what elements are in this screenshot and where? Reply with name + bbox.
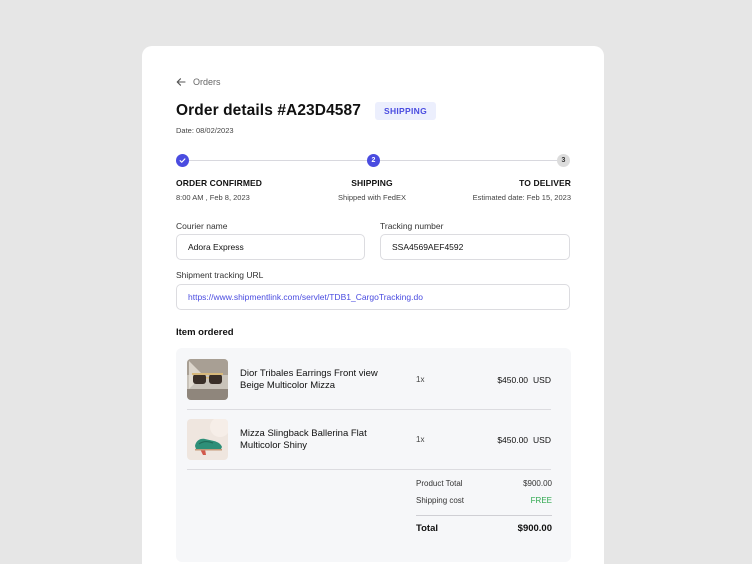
item-name: Mizza Slingback Ballerina Flat Multicolo… — [240, 427, 367, 451]
shipping-cost-row: Shipping cost FREE — [416, 496, 552, 505]
ordered-items-panel: Dior Tribales Earrings Front view Beige … — [176, 348, 571, 562]
total-value: $900.00 — [517, 523, 552, 534]
sunglasses-product-image — [187, 359, 228, 400]
step-2-subtitle: Shipped with FedEX — [338, 193, 406, 202]
tracking-number-field[interactable]: SSA4569AEF4592 — [380, 234, 570, 260]
order-item-row: Mizza Slingback Ballerina Flat Multicolo… — [187, 410, 551, 470]
step-3-title: TO DELIVER — [519, 178, 571, 188]
step-1-check-icon — [176, 154, 189, 167]
tracking-number-label: Tracking number — [380, 221, 444, 231]
tracking-url-label: Shipment tracking URL — [176, 270, 264, 280]
courier-name-field[interactable]: Adora Express — [176, 234, 365, 260]
item-price: $450.00 USD — [497, 375, 551, 385]
step-1-title: ORDER CONFIRMED — [176, 178, 263, 188]
item-name: Dior Tribales Earrings Front view Beige … — [240, 367, 378, 391]
step-3-indicator: 3 — [557, 154, 570, 167]
product-total-label: Product Total — [416, 479, 463, 488]
status-badge: SHIPPING — [374, 102, 436, 120]
item-price-amount: $450.00 — [497, 374, 529, 385]
courier-name-label: Courier name — [176, 221, 228, 231]
order-details-card: Orders Order details #A23D4587 SHIPPING … — [142, 46, 604, 564]
back-to-orders-link[interactable]: Orders — [176, 77, 221, 87]
product-total-value: $900.00 — [523, 479, 552, 488]
breadcrumb-label: Orders — [193, 77, 221, 87]
item-price-amount: $450.00 — [497, 434, 529, 445]
item-price-currency: USD — [533, 374, 551, 385]
step-2-title: SHIPPING — [351, 178, 393, 188]
shipping-cost-label: Shipping cost — [416, 496, 465, 505]
step-2-indicator: 2 — [367, 154, 380, 167]
summary-divider — [416, 515, 552, 516]
step-3-subtitle: Estimated date: Feb 15, 2023 — [472, 193, 571, 202]
page-title: Order details #A23D4587 — [176, 102, 361, 119]
tracking-url-field[interactable]: https://www.shipmentlink.com/servlet/TDB… — [176, 284, 570, 310]
shipping-cost-value: FREE — [530, 496, 552, 505]
order-total-row: Total $900.00 — [416, 523, 552, 534]
product-total-row: Product Total $900.00 — [416, 479, 552, 488]
items-section-title: Item ordered — [176, 327, 234, 338]
item-quantity: 1x — [416, 435, 425, 444]
shoe-product-image — [187, 419, 228, 460]
item-price: $450.00 USD — [497, 435, 551, 445]
item-quantity: 1x — [416, 375, 425, 384]
item-price-currency: USD — [533, 434, 551, 445]
order-item-row: Dior Tribales Earrings Front view Beige … — [187, 350, 551, 410]
order-date: Date: 08/02/2023 — [176, 126, 234, 135]
step-1-subtitle: 8:00 AM , Feb 8, 2023 — [176, 193, 250, 202]
total-label: Total — [416, 523, 438, 534]
arrow-left-icon — [176, 77, 186, 87]
